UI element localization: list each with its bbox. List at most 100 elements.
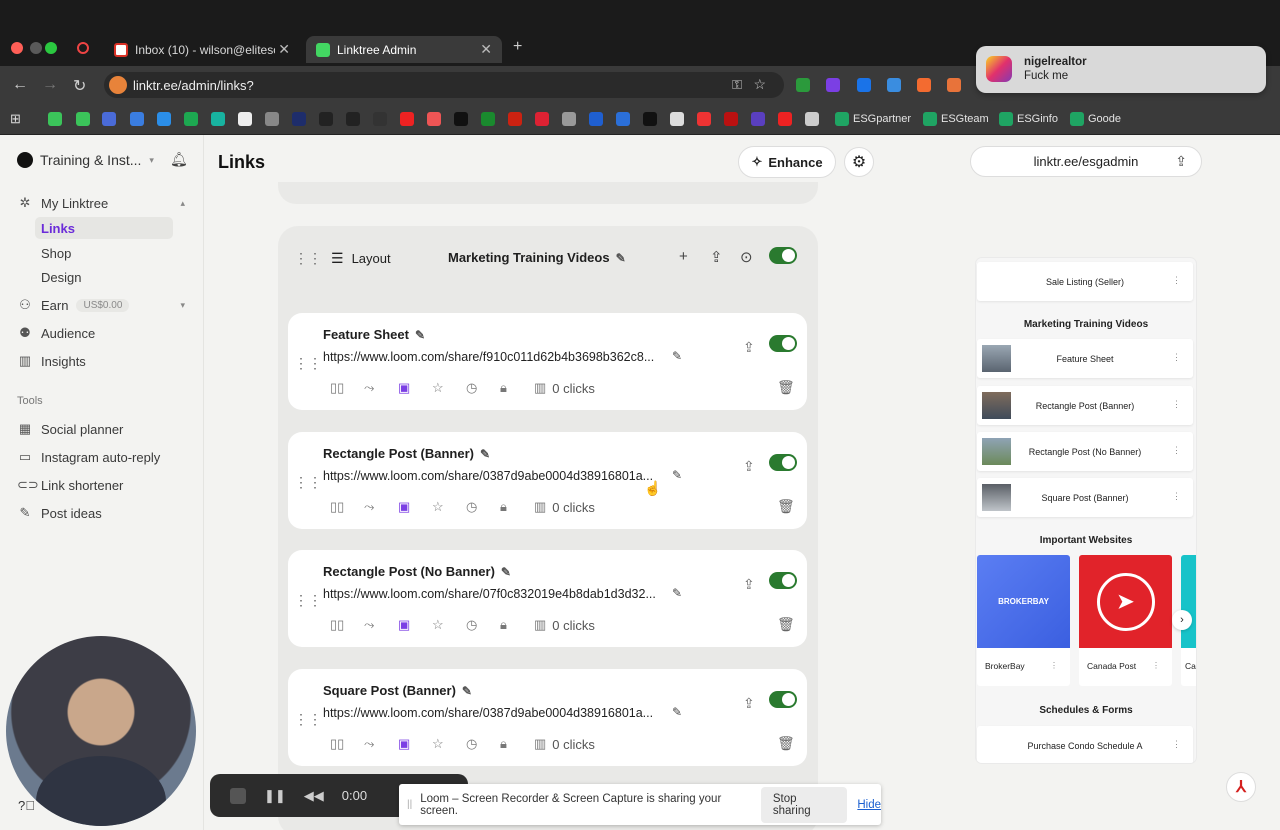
- bookmark-icon[interactable]: [292, 112, 306, 126]
- sheets-icon[interactable]: [835, 112, 849, 126]
- enhance-button[interactable]: ✧ Enhance: [738, 146, 836, 178]
- preview-link-button[interactable]: Rectangle Post (Banner) ⋮: [977, 386, 1193, 425]
- share-icon[interactable]: ⇪: [710, 248, 723, 266]
- link-toggle[interactable]: [769, 454, 797, 471]
- preview-link-button[interactable]: Feature Sheet ⋮: [977, 339, 1193, 378]
- pause-icon[interactable]: ❚❚: [264, 788, 286, 804]
- sheets-icon[interactable]: [923, 112, 937, 126]
- link-title[interactable]: Feature Sheet ✎: [323, 327, 425, 342]
- more-icon[interactable]: ⋮: [1172, 399, 1181, 410]
- star-icon[interactable]: ☆: [432, 736, 466, 752]
- hide-link[interactable]: Hide: [857, 799, 881, 811]
- drag-handle-icon[interactable]: ⋮⋮: [294, 592, 322, 609]
- bookmark-esginfo[interactable]: ESGinfo: [1017, 113, 1058, 125]
- bookmark-icon[interactable]: [319, 112, 333, 126]
- analytics-icon[interactable]: ▥: [534, 499, 546, 515]
- link-title[interactable]: Rectangle Post (No Banner) ✎: [323, 564, 511, 579]
- nav-insights[interactable]: ▥ Insights: [17, 353, 86, 369]
- preview-tile-canada-post[interactable]: ➤ Canada Post ⋮: [1079, 555, 1172, 686]
- extension-icon[interactable]: [826, 78, 840, 92]
- drag-handle-icon[interactable]: ⋮⋮: [294, 474, 322, 491]
- stop-sharing-button[interactable]: Stop sharing: [760, 786, 848, 823]
- link-url[interactable]: https://www.loom.com/share/f910c011d62b4…: [323, 350, 665, 364]
- nav-design[interactable]: Design: [41, 270, 81, 285]
- bookmark-esgpartner[interactable]: ESGpartner: [853, 113, 911, 125]
- bookmark-icon[interactable]: [670, 112, 684, 126]
- bookmark-icon[interactable]: [805, 112, 819, 126]
- lock-icon[interactable]: 🔒︎: [500, 736, 534, 752]
- extension-icon[interactable]: [917, 78, 931, 92]
- click-count[interactable]: 0 clicks: [552, 618, 595, 633]
- edit-pencil-icon[interactable]: ✎: [480, 447, 490, 461]
- bookmark-icon[interactable]: [157, 112, 171, 126]
- webcam-bubble[interactable]: [6, 636, 196, 826]
- preview-link-button[interactable]: Square Post (Banner) ⋮: [977, 478, 1193, 517]
- link-title[interactable]: Rectangle Post (Banner) ✎: [323, 446, 490, 461]
- link-toggle[interactable]: [769, 335, 797, 352]
- bookmark-icon[interactable]: [102, 112, 116, 126]
- close-tab-icon[interactable]: ✕: [480, 41, 492, 58]
- more-icon[interactable]: ⋮: [1050, 661, 1058, 670]
- new-tab-button[interactable]: +: [513, 38, 522, 56]
- bookmark-icon[interactable]: [778, 112, 792, 126]
- edit-pencil-icon[interactable]: ✎: [672, 705, 682, 719]
- click-count[interactable]: 0 clicks: [552, 381, 595, 396]
- lock-icon[interactable]: 🔒︎: [500, 380, 534, 396]
- layout-icon[interactable]: ▯▯: [330, 380, 364, 396]
- group-title[interactable]: Marketing Training Videos ✎: [448, 250, 626, 265]
- rewind-icon[interactable]: ◀◀: [304, 788, 324, 804]
- nav-social-planner[interactable]: ▦ Social planner: [17, 421, 124, 437]
- more-icon[interactable]: ⋮: [1172, 491, 1181, 502]
- bookmark-icon[interactable]: [481, 112, 495, 126]
- star-icon[interactable]: ☆: [432, 499, 466, 515]
- preview-tile-brokerbay[interactable]: BROKERBAY BrokerBay ⋮: [977, 555, 1070, 686]
- lock-icon[interactable]: 🔒︎: [500, 617, 534, 633]
- layout-icon[interactable]: ▯▯: [330, 617, 364, 633]
- sheets-icon[interactable]: [999, 112, 1013, 126]
- trash-icon[interactable]: 🗑︎: [777, 498, 795, 515]
- nav-post-ideas[interactable]: ✎ Post ideas: [17, 505, 102, 521]
- tab-gmail[interactable]: Inbox (10) - wilson@elitesold ✕: [104, 36, 300, 63]
- star-icon[interactable]: ☆: [432, 617, 466, 633]
- bookmark-icon[interactable]: [400, 112, 414, 126]
- bookmark-icon[interactable]: [48, 112, 62, 126]
- thumbnail-icon[interactable]: ▣: [398, 736, 432, 752]
- bookmark-icon[interactable]: [643, 112, 657, 126]
- analytics-icon[interactable]: ▥: [534, 380, 546, 396]
- bookmark-icon[interactable]: [508, 112, 522, 126]
- extension-icon[interactable]: [796, 78, 810, 92]
- instagram-notification[interactable]: nigelrealtor Fuck me: [976, 46, 1266, 93]
- edit-pencil-icon[interactable]: ✎: [415, 328, 425, 342]
- nav-earn[interactable]: ⚇ Earn US$0.00 ▾: [17, 297, 185, 313]
- tab-linktree[interactable]: Linktree Admin ✕: [306, 36, 502, 63]
- nav-my-linktree[interactable]: ✲ My Linktree ▴: [17, 195, 185, 211]
- drag-handle-icon[interactable]: ⋮⋮: [294, 711, 322, 728]
- click-count[interactable]: 0 clicks: [552, 737, 595, 752]
- url-input[interactable]: linktr.ee/admin/links? ⚿ ☆: [104, 72, 784, 98]
- more-icon[interactable]: ⋮: [1172, 739, 1181, 750]
- layout-icon[interactable]: ▯▯: [330, 499, 364, 515]
- add-icon[interactable]: +: [679, 248, 688, 265]
- click-count[interactable]: 0 clicks: [552, 500, 595, 515]
- schedule-icon[interactable]: ◷: [466, 380, 500, 396]
- profile-url-pill[interactable]: linktr.ee/esgadmin ⇪: [970, 146, 1202, 177]
- extension-icon[interactable]: [947, 78, 961, 92]
- bookmark-icon[interactable]: [454, 112, 468, 126]
- share-icon[interactable]: ⇪: [743, 576, 755, 593]
- extension-icon[interactable]: [857, 78, 871, 92]
- schedule-icon[interactable]: ◷: [466, 499, 500, 515]
- link-toggle[interactable]: [769, 691, 797, 708]
- help-icon[interactable]: ?⃝: [18, 798, 35, 813]
- link-title[interactable]: Square Post (Banner) ✎: [323, 683, 472, 698]
- analytics-icon[interactable]: ▥: [534, 736, 546, 752]
- link-url[interactable]: https://www.loom.com/share/0387d9abe0004…: [323, 469, 665, 483]
- preview-link-button[interactable]: Purchase Condo Schedule A ⋮: [977, 726, 1193, 763]
- bookmark-goode[interactable]: Goode: [1088, 113, 1121, 125]
- edit-pencil-icon[interactable]: ✎: [462, 684, 472, 698]
- bookmark-icon[interactable]: [265, 112, 279, 126]
- drag-handle-icon[interactable]: ⋮⋮: [294, 250, 322, 267]
- bookmark-icon[interactable]: [427, 112, 441, 126]
- analytics-icon[interactable]: ▥: [534, 617, 546, 633]
- more-icon[interactable]: ⋮: [1172, 352, 1181, 363]
- reload-icon[interactable]: ↻: [73, 76, 86, 96]
